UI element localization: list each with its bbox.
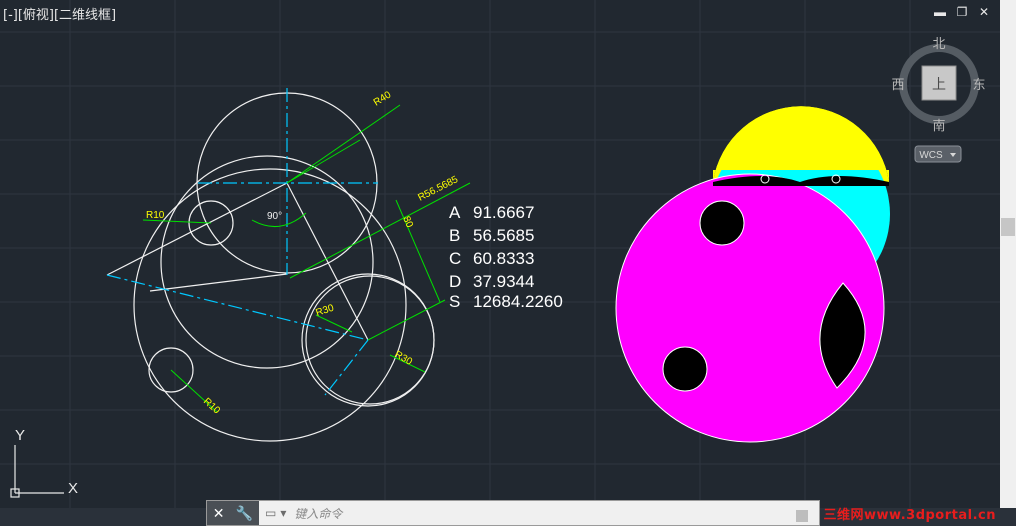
result-a-key: A [449,203,461,222]
dim-r10-upper: R10 [146,210,165,221]
watermark: 三维网www.3dportal.cn [823,508,996,523]
hole-upper [699,200,745,246]
circle-r30-right [305,275,435,405]
dim-r30-left: R30 [315,303,336,319]
result-d-value: 37.9344 [473,272,534,291]
result-a-value: 91.6667 [473,203,534,222]
wcs-label: WCS [919,150,943,161]
results-block: A 91.6667 B 56.5685 C 60.8333 D 37.9344 … [449,203,563,311]
minimize-icon[interactable]: ▬ [934,6,946,18]
close-icon[interactable]: ✕ [978,6,990,18]
viewport-window-controls: ▬ ❐ ✕ [934,6,990,18]
command-line[interactable]: ✕ 🔧 ▭ ▾ 键入命令 [206,500,820,526]
viewcube-east[interactable]: 东 [972,78,985,93]
hole-lower [662,346,708,392]
ucs-icon [10,445,64,498]
center-lines [106,88,378,396]
viewcube[interactable]: 上 北 南 西 东 WCS [891,37,986,163]
chevron-down-icon: ▾ [280,506,287,520]
hatched-figure [615,106,890,443]
dim-r40: R40 [372,89,394,108]
result-b-key: B [449,226,460,245]
drawing-canvas[interactable]: R10 R10 R30 R30 R40 R56.5685 80 90° A 91… [0,0,1000,508]
result-d-key: D [449,272,461,291]
vertical-scrollbar[interactable] [1000,0,1016,508]
tangent-line [149,273,288,292]
result-b-value: 56.5685 [473,226,534,245]
command-input[interactable]: 键入命令 [294,505,342,522]
dim-r10-lower: R10 [201,396,222,417]
result-s-value: 12684.2260 [473,292,563,311]
viewcube-face-label: 上 [932,77,946,93]
result-c-key: C [449,249,461,268]
wrench-icon[interactable]: 🔧 [236,505,253,522]
construction-lines [106,182,369,341]
result-s-key: S [449,292,460,311]
circle-large-inner [160,155,374,369]
command-prompt-button[interactable]: ▭ ▾ [265,506,286,520]
command-line-resize-grip[interactable] [796,510,808,522]
ucs-x-label: X [68,480,78,497]
close-icon[interactable]: ✕ [213,505,225,522]
viewcube-south[interactable]: 南 [932,118,945,134]
viewport-controls-label[interactable]: [-][俯视][二维线框] [3,4,116,23]
viewcube-west[interactable]: 西 [891,78,904,93]
dim-80: 80 [400,215,415,230]
viewcube-north[interactable]: 北 [932,37,945,52]
restore-icon[interactable]: ❐ [956,6,968,18]
ucs-y-label: Y [15,427,25,444]
command-line-handle: ✕ 🔧 [207,501,259,525]
scrollbar-thumb[interactable] [1001,218,1015,236]
dim-angle: 90° [267,211,282,222]
result-c-value: 60.8333 [473,249,534,268]
terminal-icon: ▭ [265,506,277,520]
